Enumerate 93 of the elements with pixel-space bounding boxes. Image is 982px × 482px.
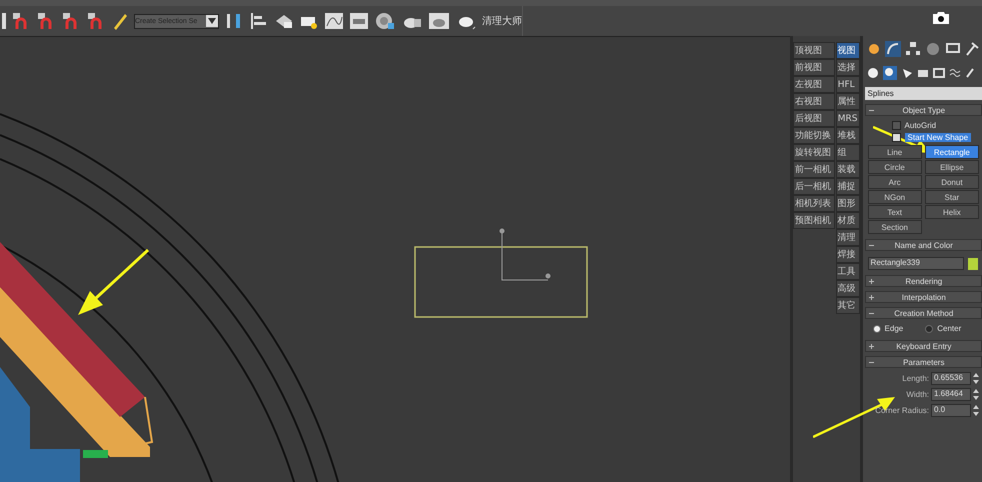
- grip-icon: [2, 13, 6, 29]
- quick-button[interactable]: 前一相机: [793, 161, 835, 178]
- rollout-header[interactable]: Interpolation: [864, 291, 982, 303]
- quick-button[interactable]: 选择: [836, 59, 860, 76]
- rollout-header[interactable]: Creation Method: [864, 307, 982, 319]
- name-field[interactable]: Rectangle339: [868, 257, 964, 270]
- shape-button[interactable]: Rectangle: [924, 145, 979, 159]
- quick-button[interactable]: 焊接: [836, 246, 860, 263]
- number-field[interactable]: 0.0: [931, 404, 971, 416]
- plus-icon: [868, 294, 874, 300]
- shape-button[interactable]: Helix: [924, 205, 979, 219]
- shapes-icon[interactable]: [882, 66, 897, 80]
- material-sphere-icon[interactable]: [374, 11, 396, 31]
- quick-button[interactable]: 旋转视图: [793, 144, 835, 161]
- wave-icon[interactable]: [948, 67, 961, 79]
- shape-button[interactable]: Section: [868, 220, 922, 234]
- checkbox[interactable]: [892, 120, 901, 130]
- schematic-icon[interactable]: [349, 11, 369, 31]
- shape-button[interactable]: Arc: [868, 175, 922, 189]
- quick-button[interactable]: 后视图: [793, 110, 835, 127]
- quick-button[interactable]: 顶视图: [793, 42, 835, 59]
- hammer-icon[interactable]: [964, 41, 979, 57]
- helper-icon[interactable]: [932, 67, 945, 79]
- checkbox-label: AutoGrid: [904, 120, 936, 130]
- quick-button[interactable]: 其它: [836, 297, 860, 314]
- quick-button[interactable]: MRS: [836, 110, 860, 127]
- quick-button[interactable]: HFL: [836, 76, 860, 93]
- quick-button[interactable]: 相机列表: [793, 195, 835, 212]
- quick-button[interactable]: 组: [836, 144, 860, 161]
- sun-icon[interactable]: [866, 42, 881, 56]
- quick-button[interactable]: 材质: [836, 212, 860, 229]
- plugin-label[interactable]: 清理大师: [482, 14, 522, 28]
- quick-button[interactable]: 捕捉: [836, 178, 860, 195]
- minus-icon: [868, 108, 874, 112]
- spinner-icon[interactable]: [973, 404, 979, 416]
- curve-icon[interactable]: [884, 41, 901, 57]
- annotation-arrow: [78, 248, 150, 315]
- spinner-icon[interactable]: [973, 388, 979, 400]
- caret-icon: [206, 15, 218, 27]
- quick-button[interactable]: 清理: [836, 229, 860, 246]
- quick-button[interactable]: 堆栈: [836, 127, 860, 144]
- rollout-header[interactable]: Rendering: [864, 275, 982, 287]
- shape-button[interactable]: NGon: [868, 190, 922, 204]
- wrench-icon[interactable]: [964, 67, 975, 79]
- radio-button[interactable]: [872, 324, 881, 332]
- category-dropdown[interactable]: Splines: [864, 87, 982, 100]
- rollout-header[interactable]: Parameters: [864, 356, 982, 368]
- radio-label: Edge: [884, 324, 904, 333]
- shape-button[interactable]: Star: [924, 190, 979, 204]
- quick-button[interactable]: 左视图: [793, 76, 835, 93]
- pencil-icon[interactable]: [111, 11, 129, 31]
- quick-button[interactable]: 右视图: [793, 93, 835, 110]
- rollout-header[interactable]: Keyboard Entry: [864, 340, 982, 352]
- number-field[interactable]: 1.68464: [931, 388, 971, 400]
- shape-button[interactable]: Text: [868, 205, 922, 219]
- pivot-gizmo: [500, 228, 550, 280]
- shape-button[interactable]: Donut: [924, 175, 979, 189]
- quick-button[interactable]: 前视图: [793, 59, 835, 76]
- field-label: Length:: [902, 374, 929, 382]
- spinner-icon[interactable]: [973, 372, 979, 384]
- sphere-icon[interactable]: [866, 67, 879, 79]
- field-label: Width:: [906, 390, 929, 398]
- color-swatch[interactable]: [968, 258, 978, 270]
- number-field[interactable]: 0.65536: [931, 372, 971, 384]
- quick-button[interactable]: 装载: [836, 161, 860, 178]
- plus-icon: [868, 278, 874, 284]
- radio-label: Center: [937, 324, 962, 333]
- shape-button[interactable]: Ellipse: [924, 160, 979, 174]
- quick-button[interactable]: 预图相机: [793, 212, 835, 229]
- curve-editor-icon[interactable]: [324, 11, 344, 31]
- shape-button[interactable]: Circle: [868, 160, 922, 174]
- quick-button[interactable]: 高级: [836, 280, 860, 297]
- quick-button[interactable]: 属性: [836, 93, 860, 110]
- checkbox-label: Start New Shape: [904, 132, 972, 142]
- hierarchy-icon[interactable]: [904, 41, 921, 57]
- rollout-header[interactable]: Name and Color: [864, 239, 982, 251]
- shape-button[interactable]: Line: [868, 145, 922, 159]
- rollout-header[interactable]: Object Type: [864, 104, 982, 116]
- quick-button[interactable]: 后一相机: [793, 178, 835, 195]
- checkbox[interactable]: [892, 132, 901, 142]
- minus-icon: [868, 360, 874, 364]
- align-icon[interactable]: [249, 11, 269, 31]
- minus-icon: [868, 242, 874, 248]
- rectangle-shape[interactable]: [414, 246, 588, 318]
- quick-button[interactable]: 视图: [836, 42, 860, 59]
- minus-icon: [868, 310, 874, 316]
- light-icon[interactable]: [900, 67, 913, 79]
- plus-icon: [868, 344, 874, 348]
- quick-button[interactable]: 功能切换: [793, 127, 835, 144]
- quick-button[interactable]: 图形: [836, 195, 860, 212]
- quick-button[interactable]: 工具: [836, 263, 860, 280]
- radio-button[interactable]: [925, 324, 934, 332]
- field-label: Corner Radius:: [875, 406, 929, 414]
